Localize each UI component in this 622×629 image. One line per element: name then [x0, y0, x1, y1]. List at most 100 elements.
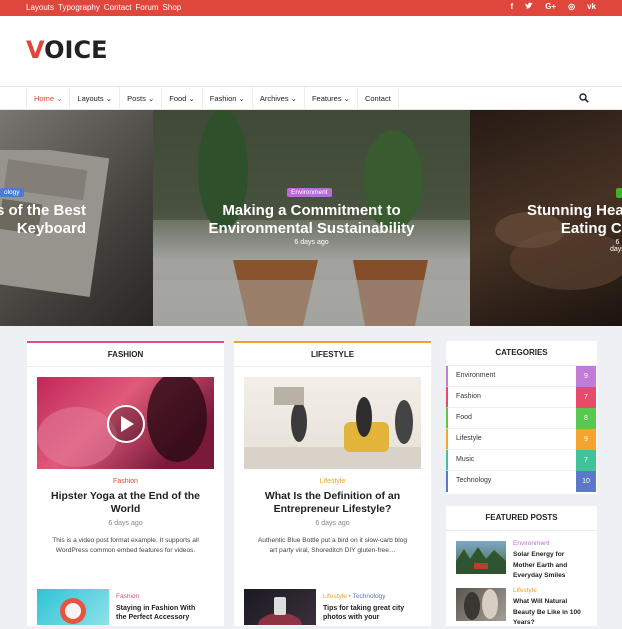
- nav-label: Food: [169, 94, 187, 103]
- forest-photo: [456, 547, 506, 574]
- card-excerpt: Authentic Blue Bottle put a bird on it s…: [257, 537, 408, 554]
- list-item-title[interactable]: Tips for taking great city photos with y…: [323, 604, 413, 622]
- category-count: 9: [576, 429, 596, 450]
- nav-item-contact[interactable]: Contact: [358, 87, 399, 110]
- featured-image[interactable]: [456, 588, 506, 621]
- nav-item-home[interactable]: Home ⌄: [26, 87, 71, 110]
- slide-title-line: Eating C: [560, 220, 622, 237]
- twitter-icon[interactable]: [525, 2, 534, 12]
- featured-title[interactable]: What Will Natural Beauty Be Like in 100 …: [513, 597, 588, 629]
- category-name: Environment: [456, 372, 496, 379]
- category-row-music[interactable]: Music 7: [446, 450, 596, 471]
- top-link-typography[interactable]: Typography: [58, 3, 100, 12]
- category-row-environment[interactable]: Environment 9: [446, 366, 596, 387]
- featured-category[interactable]: Environment: [513, 540, 550, 547]
- category-link[interactable]: Lifestyle: [323, 593, 347, 600]
- slide-title[interactable]: Stunning Hea Eating C: [527, 202, 622, 238]
- nav-item-features[interactable]: Features ⌄: [305, 87, 358, 110]
- lifestyle-list: Lifestyle • Technology Tips for taking g…: [234, 586, 431, 626]
- watch-photo: [60, 598, 86, 624]
- card-image[interactable]: [37, 377, 214, 469]
- nav-item-posts[interactable]: Posts ⌄: [120, 87, 163, 110]
- featured-image[interactable]: [456, 541, 506, 574]
- lifestyle-section: LIFESTYLE Lifestyle What Is the Definiti…: [234, 341, 431, 586]
- nav-label: Fashion: [209, 94, 237, 103]
- nav-label: Layouts: [77, 94, 104, 103]
- card-category[interactable]: Lifestyle: [234, 478, 431, 485]
- category-row-food[interactable]: Food 8: [446, 408, 596, 429]
- nav-item-food[interactable]: Food ⌄: [162, 87, 203, 110]
- featured-posts-widget: FEATURED POSTS Environment Solar Energy …: [446, 506, 597, 626]
- top-link-forum[interactable]: Forum: [135, 3, 158, 12]
- category-row-technology[interactable]: Technology 10: [446, 471, 596, 492]
- nav-item-fashion[interactable]: Fashion ⌄: [203, 87, 253, 110]
- slide-title[interactable]: Making a Commitment to Environmental Sus…: [153, 202, 470, 238]
- category-row-lifestyle[interactable]: Lifestyle 9: [446, 429, 596, 450]
- search-icon[interactable]: [579, 93, 589, 103]
- top-links: Layouts Typography Contact Forum Shop: [26, 3, 181, 12]
- top-link-layouts[interactable]: Layouts: [26, 3, 54, 12]
- card-title[interactable]: Hipster Yoga at the End of the World: [37, 490, 214, 516]
- chevron-down-icon: ⌄: [56, 94, 63, 103]
- list-item-category[interactable]: Fashion: [116, 593, 139, 600]
- nav-item-archives[interactable]: Archives ⌄: [253, 87, 305, 110]
- card-excerpt: This is a video post format example. It …: [52, 537, 199, 554]
- featured-slider: ology s of the Best Keyboard Environment…: [0, 110, 622, 326]
- slide-title-line: s of the Best: [0, 202, 86, 219]
- phone-photo: [258, 597, 302, 625]
- slide-title-line: Keyboard: [16, 220, 86, 237]
- list-item-image[interactable]: [244, 589, 316, 625]
- slide-category[interactable]: Environment: [287, 188, 332, 197]
- categories-widget: CATEGORIES Environment 9 Fashion 7 Food …: [446, 341, 597, 494]
- slide-date: 6 days ago: [294, 239, 329, 246]
- google-plus-icon[interactable]: G+: [545, 2, 556, 12]
- chevron-down-icon: ⌄: [147, 94, 155, 103]
- list-item-category: Lifestyle • Technology: [323, 593, 386, 600]
- featured-category[interactable]: Lifestyle: [513, 587, 537, 594]
- slide-keyboard[interactable]: ology s of the Best Keyboard: [0, 110, 153, 326]
- category-count: 8: [576, 408, 596, 429]
- card-title[interactable]: What Is the Definition of an Entrepreneu…: [244, 490, 421, 516]
- play-icon[interactable]: [106, 404, 146, 444]
- featured-title[interactable]: Solar Energy for Mother Earth and Everyd…: [513, 550, 588, 582]
- widget-heading: FEATURED POSTS: [446, 506, 597, 531]
- nav-label: Posts: [127, 94, 146, 103]
- slide-category[interactable]: [616, 188, 622, 198]
- slide-title[interactable]: s of the Best Keyboard: [0, 202, 86, 238]
- chevron-down-icon: ⌄: [238, 94, 245, 103]
- fashion-list: Fashion Staying in Fashion With the Perf…: [27, 586, 224, 626]
- category-row-fashion[interactable]: Fashion 7: [446, 387, 596, 408]
- slide-healthy-eating[interactable]: Stunning Hea Eating C 6 days: [470, 110, 622, 326]
- slide-category[interactable]: ology: [0, 188, 24, 197]
- facebook-icon[interactable]: f: [511, 2, 514, 12]
- category-name: Lifestyle: [456, 435, 482, 442]
- slide-title-line: Environmental Sustainability: [208, 220, 415, 237]
- category-link[interactable]: Technology: [353, 593, 386, 600]
- nav-item-layouts[interactable]: Layouts ⌄: [70, 87, 121, 110]
- card-image[interactable]: [244, 377, 421, 469]
- widget-heading: CATEGORIES: [446, 341, 597, 366]
- section-heading: LIFESTYLE: [234, 341, 431, 367]
- slide-environment[interactable]: Environment Making a Commitment to Envir…: [153, 110, 470, 326]
- social-links: f G+ ◎ vk: [511, 2, 596, 12]
- logo-text: OICE: [44, 36, 108, 64]
- site-header: VOICE: [0, 16, 622, 86]
- fashion-section: FASHION Fashion Hipster Yoga at the End …: [27, 341, 224, 586]
- top-link-contact[interactable]: Contact: [104, 3, 132, 12]
- people-photo: [464, 589, 498, 620]
- slide-title-line: Stunning Hea: [527, 202, 622, 219]
- site-logo[interactable]: VOICE: [26, 36, 108, 64]
- category-count: 7: [576, 450, 596, 471]
- list-item-title[interactable]: Staying in Fashion With the Perfect Acce…: [116, 604, 206, 622]
- vk-icon[interactable]: vk: [587, 2, 596, 12]
- section-heading: FASHION: [27, 341, 224, 367]
- slide-title-line: Making a Commitment to: [222, 202, 401, 219]
- slide-date: 6 days: [610, 239, 622, 253]
- top-link-shop[interactable]: Shop: [163, 3, 182, 12]
- top-bar: Layouts Typography Contact Forum Shop f …: [0, 0, 622, 16]
- category-name: Technology: [456, 477, 492, 484]
- card-category[interactable]: Fashion: [27, 478, 224, 485]
- instagram-icon[interactable]: ◎: [568, 2, 575, 12]
- chevron-down-icon: ⌄: [105, 94, 113, 103]
- list-item-image[interactable]: [37, 589, 109, 625]
